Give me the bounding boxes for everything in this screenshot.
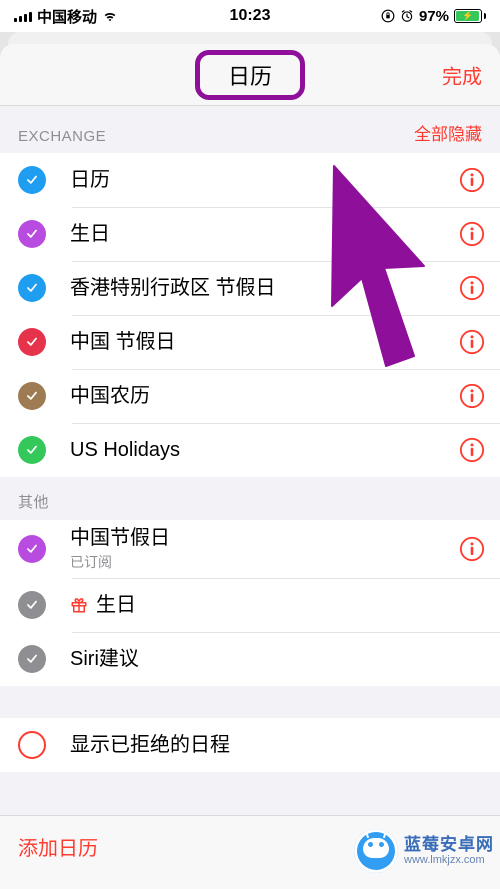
info-button[interactable] [458,274,486,302]
check-icon[interactable] [18,382,46,410]
calendar-label: 日历 [70,168,458,192]
calendar-label: 中国农历 [70,384,458,408]
calendars-sheet: 日历 完成 EXCHANGE 全部隐藏 日历 生日 [0,44,500,889]
declined-list: 显示已拒绝的日程 [0,718,500,772]
alarm-icon [400,9,414,23]
wifi-icon [102,10,118,22]
info-button[interactable] [458,328,486,356]
section-header-other: 其他 [0,477,500,520]
battery-percent: 97% [419,8,449,25]
calendar-label: Siri建议 [70,647,486,671]
calendar-row[interactable]: 生日 [0,207,500,261]
orientation-lock-icon [381,9,395,23]
show-declined-row[interactable]: 显示已拒绝的日程 [0,718,500,772]
calendar-label: 中国 节假日 [70,330,458,354]
check-icon[interactable] [18,274,46,302]
check-icon[interactable] [18,166,46,194]
gift-icon [70,596,88,614]
exchange-list: 日历 生日 香港特别行政区 节假日 [0,153,500,477]
section-header-exchange: EXCHANGE 全部隐藏 [0,106,500,153]
calendar-row[interactable]: 生日 [0,578,500,632]
info-button[interactable] [458,535,486,563]
section-title: EXCHANGE [18,128,106,145]
check-icon[interactable] [18,645,46,673]
signal-icon [14,10,32,22]
check-icon[interactable] [18,731,46,759]
check-icon[interactable] [18,535,46,563]
watermark: 蓝莓安卓网 www.lmkjzx.com [354,829,494,873]
calendar-row[interactable]: 中国 节假日 [0,315,500,369]
watermark-logo-icon [354,829,398,873]
watermark-brand: 蓝莓安卓网 [404,836,494,855]
calendar-row[interactable]: 日历 [0,153,500,207]
info-button[interactable] [458,436,486,464]
section-gap [0,686,500,718]
done-button[interactable]: 完成 [442,60,482,89]
section-gap [0,772,500,796]
other-list: 中国节假日 已订阅 生日 [0,520,500,686]
sheet-title: 日历 [195,50,305,100]
calendar-row[interactable]: Siri建议 [0,632,500,686]
carrier-label: 中国移动 [37,6,97,27]
info-button[interactable] [458,382,486,410]
calendar-label: 生日 [70,593,486,617]
calendar-sublabel: 已订阅 [70,552,458,572]
calendar-label: 香港特别行政区 节假日 [70,276,458,300]
watermark-url: www.lmkjzx.com [404,854,494,866]
status-time: 10:23 [230,7,271,25]
check-icon[interactable] [18,591,46,619]
add-calendar-button[interactable]: 添加日历 [18,838,98,860]
section-title: 其他 [18,491,49,512]
calendar-label: 中国节假日 [70,526,458,550]
calendar-row[interactable]: 中国节假日 已订阅 [0,520,500,578]
content-scroll[interactable]: EXCHANGE 全部隐藏 日历 生日 [0,106,500,815]
status-bar: 中国移动 10:23 97% ⚡ [0,0,500,32]
info-button[interactable] [458,220,486,248]
check-icon[interactable] [18,328,46,356]
calendar-label: US Holidays [70,438,458,462]
check-icon[interactable] [18,220,46,248]
calendar-row[interactable]: 中国农历 [0,369,500,423]
hide-all-button[interactable]: 全部隐藏 [414,120,482,145]
status-left: 中国移动 [14,6,118,27]
info-button[interactable] [458,166,486,194]
calendar-row[interactable]: 香港特别行政区 节假日 [0,261,500,315]
battery-icon: ⚡ [454,9,486,23]
show-declined-label: 显示已拒绝的日程 [70,733,486,757]
status-right: 97% ⚡ [381,8,486,25]
calendar-label: 生日 [70,222,458,246]
check-icon[interactable] [18,436,46,464]
sheet-header: 日历 完成 [0,44,500,106]
calendar-row[interactable]: US Holidays [0,423,500,477]
